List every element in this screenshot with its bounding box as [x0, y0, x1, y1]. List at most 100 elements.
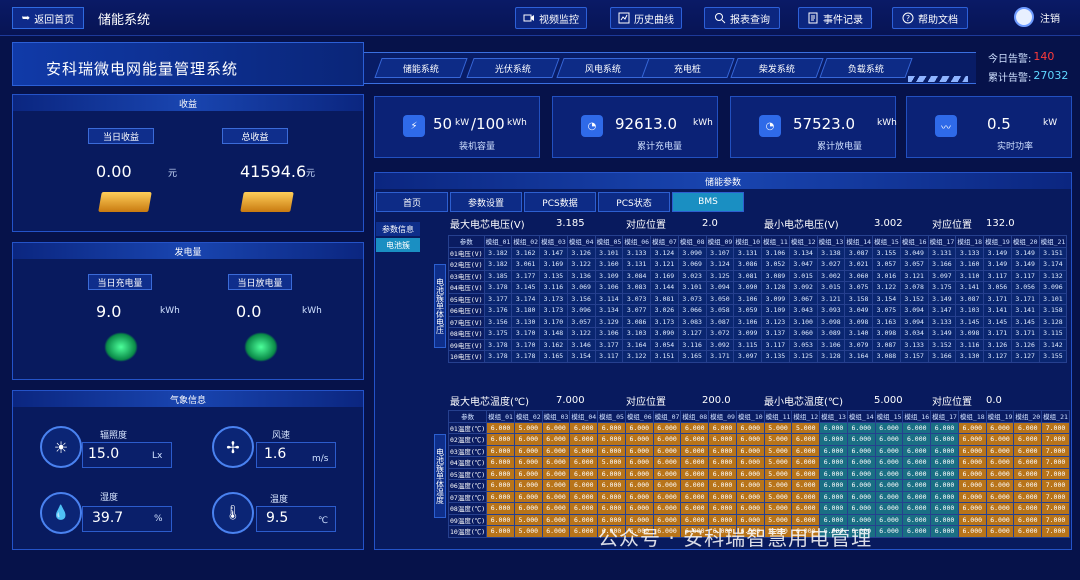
table-cell: 3.106	[816, 338, 846, 351]
table-cell: 3.124	[705, 258, 735, 271]
table-cell: 6.000	[1013, 421, 1043, 434]
table-cell: 3.142	[1038, 338, 1068, 351]
history-curve-label: 历史曲线	[634, 14, 674, 26]
table-cell: 3.101	[677, 281, 707, 294]
max-temp-pos-label: 对应位置	[626, 396, 666, 408]
today-income-value: 0.00	[96, 162, 132, 181]
table-cell: 3.049	[899, 246, 929, 259]
side-battery-cluster[interactable]: 电池簇	[376, 238, 420, 252]
table-cell: 3.148	[539, 327, 568, 340]
voltage-vertical-label: 电池簇单体电压	[434, 264, 446, 348]
table-row: 07温度(℃) 6.000 6.000 6.000 6.000 6.000 6.000 6.0…	[447, 490, 1070, 503]
table-cell: 6.000	[735, 456, 765, 469]
table-cell: 6.000	[930, 421, 959, 434]
tab-pcs-status[interactable]: PCS状态	[598, 192, 670, 212]
table-cell: 6.000	[513, 467, 543, 480]
column-header: 模组_01	[486, 410, 515, 423]
table-cell: 3.149	[927, 327, 957, 340]
table-cell: 6.000	[708, 467, 737, 480]
humidity-label: 湿度	[100, 493, 119, 503]
table-row: 02电压(V) 3.182 3.061 3.169 3.122 3.160 3.131 3.1…	[448, 258, 1068, 271]
tab-charging-pile[interactable]: 充电桩	[641, 58, 735, 78]
table-cell: 3.054	[650, 338, 679, 351]
table-cell: 3.115	[733, 338, 763, 351]
tab-load[interactable]: 负载系统	[819, 58, 913, 78]
table-cell: 3.164	[622, 338, 652, 351]
report-query-button[interactable]: 报表查询	[704, 7, 780, 29]
table-cell: 3.057	[566, 315, 596, 328]
table-cell: 3.101	[594, 246, 624, 259]
table-cell: 3.173	[539, 304, 568, 317]
table-cell: 6.000	[957, 433, 987, 446]
tab-pcs-data[interactable]: PCS数据	[524, 192, 596, 212]
table-cell: 3.129	[594, 315, 624, 328]
table-cell: 6.000	[1013, 513, 1043, 526]
tab-diesel[interactable]: 柴发系统	[730, 58, 824, 78]
min-temp-label: 最小电芯温度(℃)	[764, 396, 844, 408]
table-cell: 6.000	[874, 456, 904, 469]
table-cell: 3.117	[761, 338, 790, 351]
back-home-button[interactable]: ➥ 返回首页	[12, 7, 84, 29]
table-cell: 6.000	[791, 479, 821, 492]
event-record-button[interactable]: 事件记录	[798, 7, 872, 29]
table-cell: 5.000	[763, 444, 793, 457]
table-cell: 3.155	[872, 246, 901, 259]
table-cell: 3.052	[761, 258, 790, 271]
logout-label[interactable]: 注销	[1040, 10, 1060, 25]
max-voltage-pos-value: 2.0	[702, 217, 718, 229]
gauge-icon: ◔	[581, 115, 603, 137]
side-param-info[interactable]: 参数信息	[376, 222, 420, 236]
row-header: 08温度(℃)	[447, 502, 488, 515]
table-cell: 6.000	[902, 479, 932, 492]
table-cell: 6.000	[930, 467, 959, 480]
table-cell: 6.000	[985, 479, 1015, 492]
table-cell: 6.000	[486, 456, 515, 469]
video-monitor-button[interactable]: 视频监控	[515, 7, 587, 29]
table-cell: 3.171	[983, 327, 1012, 340]
help-doc-button[interactable]: ? 帮助文档	[892, 7, 968, 29]
user-area[interactable]: 注销	[1014, 7, 1060, 27]
tab-pv[interactable]: 光伏系统	[466, 58, 560, 78]
table-cell: 6.000	[930, 525, 959, 538]
table-cell: 3.126	[566, 246, 596, 259]
table-cell: 3.131	[733, 246, 763, 259]
table-cell: 3.149	[927, 292, 957, 305]
table-cell: 7.000	[1041, 421, 1070, 434]
table-cell: 6.000	[652, 479, 682, 492]
column-header: 模组_01	[483, 235, 513, 248]
tab-wind[interactable]: 风电系统	[556, 58, 650, 78]
table-cell: 6.000	[513, 502, 543, 515]
table-cell: 6.000	[486, 467, 515, 480]
total-alarm-value: 27032	[1033, 69, 1069, 82]
system-name: 储能系统	[98, 13, 151, 28]
avatar[interactable]	[1014, 7, 1034, 27]
table-cell: 6.000	[985, 490, 1015, 503]
charge-value: 9.0	[96, 302, 122, 321]
table-cell: 6.000	[541, 502, 571, 515]
param-header: 参数	[448, 235, 485, 248]
table-cell: 6.000	[846, 490, 876, 503]
table-cell: 3.128	[816, 350, 846, 363]
tab-param-settings[interactable]: 参数设置	[450, 192, 522, 212]
table-cell: 3.174	[1038, 258, 1068, 271]
document-icon	[808, 12, 818, 24]
table-cell: 6.000	[708, 444, 737, 457]
tab-bms[interactable]: BMS	[672, 192, 744, 212]
table-cell: 3.149	[1010, 246, 1040, 259]
table-row: 01温度(℃) 6.000 5.000 6.000 6.000 6.000 6.000 6.0…	[447, 421, 1070, 434]
table-cell: 6.000	[597, 479, 626, 492]
table-cell: 3.146	[566, 338, 596, 351]
column-header: 模组_05	[594, 235, 624, 248]
tab-storage[interactable]: 储能系统	[374, 58, 468, 78]
table-cell: 3.056	[983, 281, 1012, 294]
table-cell: 3.128	[761, 281, 790, 294]
table-cell: 3.166	[927, 350, 957, 363]
table-cell: 6.000	[985, 513, 1015, 526]
income-panel: 收益	[12, 94, 364, 232]
history-curve-button[interactable]: 历史曲线	[610, 7, 682, 29]
table-cell: 3.109	[594, 269, 624, 282]
table-cell: 3.182	[483, 258, 513, 271]
table-cell: 6.000	[819, 479, 848, 492]
table-cell: 3.086	[733, 258, 763, 271]
tab-home[interactable]: 首页	[376, 192, 448, 212]
